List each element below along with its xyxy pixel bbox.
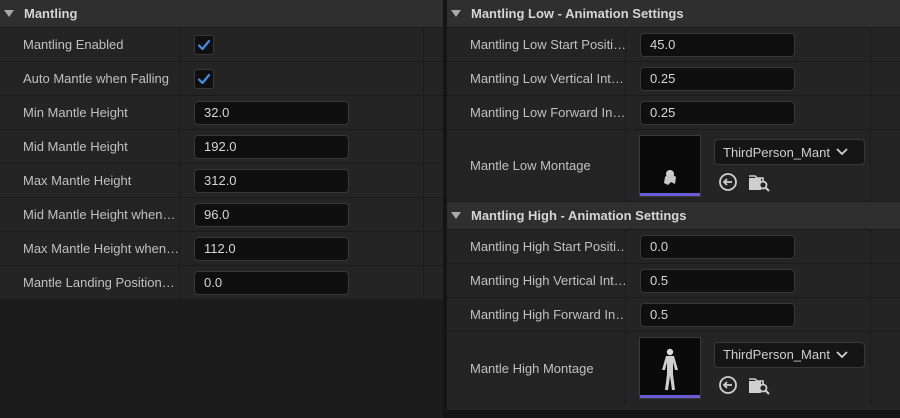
property-label: Min Mantle Height — [0, 96, 180, 129]
montage-thumbnail[interactable] — [639, 134, 701, 197]
property-row-mantling-enabled: Mantling Enabled — [0, 28, 443, 62]
category-header-mantling-low[interactable]: Mantling Low - Animation Settings — [447, 0, 900, 28]
low-forward-interp-input[interactable]: 0.25 — [640, 100, 795, 125]
property-label: Mantle Landing Position… — [0, 266, 180, 299]
property-label: Mantling Low Forward In… — [447, 96, 626, 129]
mantle-landing-position-input[interactable]: 0.0 — [194, 270, 349, 295]
property-label: Mantling Enabled — [0, 28, 180, 61]
crouch-pose-thumbnail-icon — [664, 169, 676, 185]
property-label: Mid Mantle Height — [0, 130, 180, 163]
asset-type-bar — [640, 395, 700, 398]
mantling-details-panel: Mantling Mantling Enabled Auto Mantle wh… — [0, 0, 443, 418]
property-row-mantle-low-montage: Mantle Low Montage ThirdPerson_Mant — [447, 130, 900, 202]
property-label: Max Mantle Height — [0, 164, 180, 197]
chevron-down-icon — [836, 350, 848, 358]
auto-mantle-checkbox[interactable] — [194, 68, 214, 89]
property-label: Mantling Low Vertical Int… — [447, 62, 626, 95]
property-label: Mantle Low Montage — [447, 130, 626, 201]
property-row-mantle-landing-position: Mantle Landing Position… 0.0 — [0, 266, 443, 300]
category-title: Mantling Low - Animation Settings — [471, 6, 684, 21]
min-mantle-height-input[interactable]: 32.0 — [194, 100, 349, 125]
chevron-down-icon — [836, 148, 848, 156]
checkmark-icon — [197, 39, 211, 50]
property-row-min-mantle-height: Min Mantle Height 32.0 — [0, 96, 443, 130]
property-label: Mantling Low Start Positi… — [447, 28, 626, 61]
property-row-mantle-high-montage: Mantle High Montage ThirdPerson_Mant — [447, 332, 900, 404]
high-vertical-interp-input[interactable]: 0.5 — [640, 268, 795, 293]
property-label: Mantle High Montage — [447, 332, 626, 404]
category-header-mantling-high[interactable]: Mantling High - Animation Settings — [447, 202, 900, 230]
property-row-low-forward-interp: Mantling Low Forward In… 0.25 — [447, 96, 900, 130]
property-row-low-vertical-interp: Mantling Low Vertical Int… 0.25 — [447, 62, 900, 96]
collapse-arrow-icon[interactable] — [451, 212, 461, 219]
asset-name: ThirdPerson_Mant — [723, 144, 830, 160]
use-selected-asset-icon[interactable] — [718, 172, 738, 192]
property-row-mid-mantle-height: Mid Mantle Height 192.0 — [0, 130, 443, 164]
property-label: Mid Mantle Height when… — [0, 198, 180, 231]
category-title: Mantling High - Animation Settings — [471, 208, 687, 223]
mid-mantle-height-input[interactable]: 192.0 — [194, 134, 349, 159]
property-row-high-vertical-interp: Mantling High Vertical Int… 0.5 — [447, 264, 900, 298]
collapse-arrow-icon[interactable] — [451, 10, 461, 17]
montage-thumbnail[interactable] — [639, 337, 701, 399]
property-row-mid-mantle-height-when: Mid Mantle Height when… 96.0 — [0, 198, 443, 232]
property-label: Mantling High Start Positi… — [447, 230, 626, 263]
category-title: Mantling — [24, 6, 78, 21]
montage-asset-dropdown[interactable]: ThirdPerson_Mant — [714, 341, 865, 368]
high-start-position-input[interactable]: 0.0 — [640, 234, 795, 259]
property-row-high-start-position: Mantling High Start Positi… 0.0 — [447, 230, 900, 264]
property-row-high-forward-interp: Mantling High Forward In… 0.5 — [447, 298, 900, 332]
property-row-auto-mantle: Auto Mantle when Falling — [0, 62, 443, 96]
checkmark-icon — [197, 73, 211, 84]
montage-asset-dropdown[interactable]: ThirdPerson_Mant — [714, 139, 865, 165]
property-row-max-mantle-height-when: Max Mantle Height when… 112.0 — [0, 232, 443, 266]
high-forward-interp-input[interactable]: 0.5 — [640, 302, 795, 327]
property-label: Max Mantle Height when… — [0, 232, 180, 265]
property-label: Auto Mantle when Falling — [0, 62, 180, 95]
property-row-max-mantle-height: Max Mantle Height 312.0 — [0, 164, 443, 198]
mid-mantle-height-when-input[interactable]: 96.0 — [194, 202, 349, 227]
property-label: Mantling High Vertical Int… — [447, 264, 626, 297]
low-start-position-input[interactable]: 45.0 — [640, 32, 795, 57]
animation-settings-panel: Mantling Low - Animation Settings Mantli… — [447, 0, 900, 410]
mantling-enabled-checkbox[interactable] — [194, 34, 214, 55]
property-row-low-start-position: Mantling Low Start Positi… 45.0 — [447, 28, 900, 62]
collapse-arrow-icon[interactable] — [4, 10, 14, 17]
use-selected-asset-icon[interactable] — [718, 375, 738, 395]
asset-name: ThirdPerson_Mant — [723, 347, 830, 362]
low-vertical-interp-input[interactable]: 0.25 — [640, 66, 795, 91]
browse-asset-icon[interactable] — [748, 172, 770, 192]
property-label: Mantling High Forward In… — [447, 298, 626, 331]
browse-asset-icon[interactable] — [748, 375, 770, 395]
max-mantle-height-input[interactable]: 312.0 — [194, 168, 349, 193]
max-mantle-height-when-input[interactable]: 112.0 — [194, 236, 349, 261]
standing-pose-thumbnail-icon — [662, 348, 678, 390]
asset-type-bar — [640, 192, 700, 196]
category-header-mantling[interactable]: Mantling — [0, 0, 443, 28]
